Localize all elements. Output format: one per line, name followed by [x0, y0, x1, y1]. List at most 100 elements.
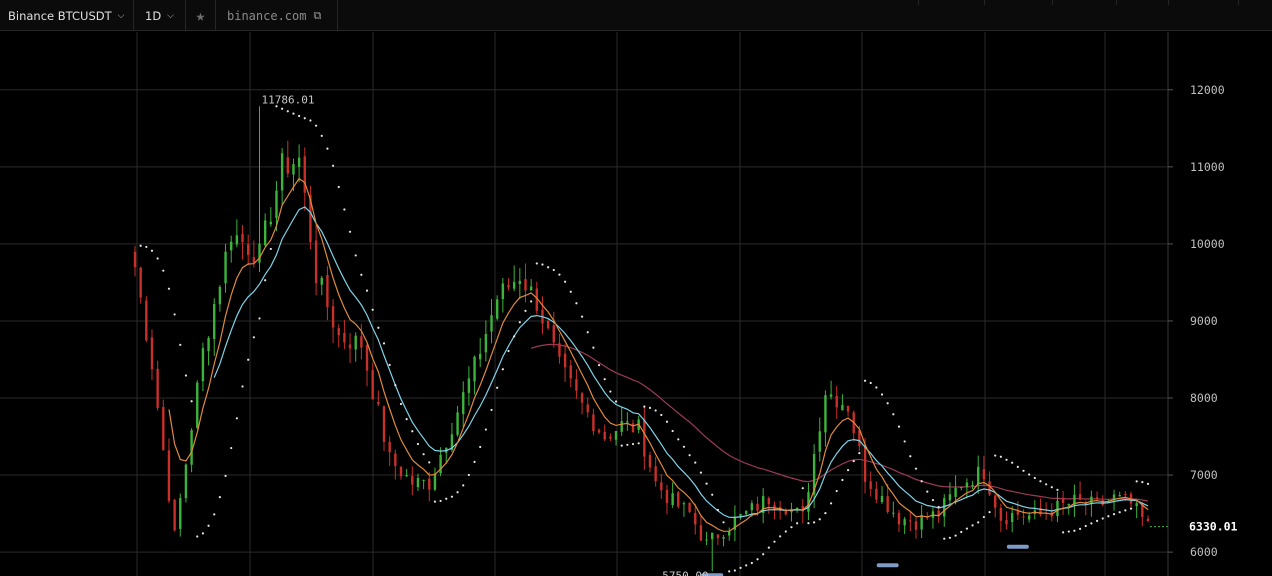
sar-dot — [779, 535, 782, 538]
sar-dot — [286, 110, 289, 113]
candle-body — [875, 488, 878, 500]
sar-dot — [931, 498, 935, 502]
support-marker — [1006, 544, 1029, 549]
sar-dot — [269, 247, 272, 251]
sar-dot — [473, 460, 476, 464]
price-tick-label: 9000 — [1190, 314, 1218, 328]
sar-dot — [937, 505, 940, 509]
sar-dot — [518, 321, 521, 324]
sar-dot — [145, 245, 148, 249]
sar-dot — [829, 502, 833, 505]
sar-dot — [411, 430, 414, 433]
sar-dot — [416, 442, 420, 446]
candle-body — [869, 481, 872, 490]
candle-body — [388, 441, 391, 453]
candlestick-series — [133, 106, 1150, 572]
sar-dot — [530, 300, 533, 303]
sar-dot — [156, 257, 159, 260]
chart-grid — [0, 32, 1168, 576]
sar-dot — [762, 553, 765, 556]
candle-body — [320, 277, 323, 285]
parabolic-sar — [139, 105, 1150, 573]
price-tick-label: 8000 — [1190, 391, 1218, 405]
sar-dot — [467, 473, 470, 477]
candle-body — [886, 496, 889, 512]
candle-body — [1067, 503, 1070, 506]
sar-dot — [852, 460, 855, 463]
sar-dot — [977, 521, 980, 524]
candle-body — [145, 300, 148, 341]
sar-dot — [807, 522, 810, 525]
sar-dot — [456, 491, 459, 494]
candle-body — [512, 282, 516, 289]
sar-dot — [450, 495, 454, 498]
sar-dot — [1135, 480, 1138, 483]
candle-body — [292, 164, 295, 175]
sar-dot — [360, 273, 363, 276]
interval-label: 1D — [145, 8, 162, 23]
candle-body — [326, 274, 329, 307]
sar-dot — [818, 518, 821, 521]
sar-dot — [507, 349, 510, 353]
interval-selector[interactable]: 1D ⌵ — [134, 0, 186, 31]
candle-body — [575, 379, 578, 391]
sar-dot — [445, 497, 448, 500]
sar-dot — [801, 487, 804, 490]
sar-dot — [694, 461, 697, 464]
candle-body — [835, 395, 838, 408]
sar-dot — [688, 454, 691, 457]
candle-body — [563, 353, 567, 368]
candle-body — [162, 407, 165, 450]
sar-dot — [513, 335, 516, 338]
exchange-site-label: binance.com — [227, 8, 307, 23]
sar-dot — [926, 490, 929, 493]
price-chart[interactable]: 12000 11000 10000 9000 8000 7000 6000 6330.01 1… — [0, 32, 1272, 576]
sar-dot — [665, 420, 669, 423]
sar-dot — [422, 453, 425, 456]
sar-dot — [484, 428, 487, 431]
sar-dot — [1141, 481, 1144, 484]
sar-dot — [439, 499, 442, 503]
candle-body — [558, 343, 561, 357]
sar-dot — [179, 343, 182, 346]
sar-dot — [813, 521, 816, 524]
sar-dot — [728, 570, 731, 573]
sar-dot — [909, 455, 912, 458]
favorite-button[interactable]: ★ — [186, 0, 216, 31]
candle-body — [224, 251, 227, 284]
candle-body — [569, 365, 572, 379]
sar-dot — [230, 446, 233, 450]
candle-body — [1101, 500, 1104, 505]
sar-dot — [841, 478, 844, 482]
candle-body — [1061, 498, 1065, 503]
external-link-icon: ⧉ — [313, 8, 322, 22]
low-price-label: 5750.00 — [662, 569, 708, 576]
candle-body — [241, 233, 244, 242]
symbol-selector[interactable]: Binance BTCUSDT ⌵ — [0, 0, 134, 31]
sar-dot — [733, 569, 736, 572]
candle-body — [665, 489, 669, 504]
sar-dot — [648, 406, 652, 409]
sar-dot — [722, 521, 725, 524]
candle-body — [394, 453, 397, 466]
support-marker — [876, 563, 899, 568]
candle-body — [999, 507, 1003, 521]
sar-dot — [190, 400, 193, 403]
candle-body — [303, 156, 306, 193]
sar-dot — [643, 405, 646, 408]
sar-dot — [343, 208, 346, 211]
candle-body — [1146, 518, 1150, 522]
sar-dot — [750, 561, 753, 565]
candle-body — [603, 431, 606, 440]
moving-average-slow — [530, 343, 1149, 502]
candle-body — [201, 348, 205, 382]
sar-dot — [994, 454, 997, 457]
candle-body — [609, 436, 612, 439]
sar-dot — [971, 524, 974, 527]
candle-body — [880, 495, 884, 502]
sar-dot — [1146, 482, 1150, 485]
candle-body — [694, 512, 697, 525]
candle-body — [711, 532, 714, 540]
candle-body — [179, 498, 182, 529]
exchange-link[interactable]: binance.com ⧉ — [216, 0, 338, 31]
